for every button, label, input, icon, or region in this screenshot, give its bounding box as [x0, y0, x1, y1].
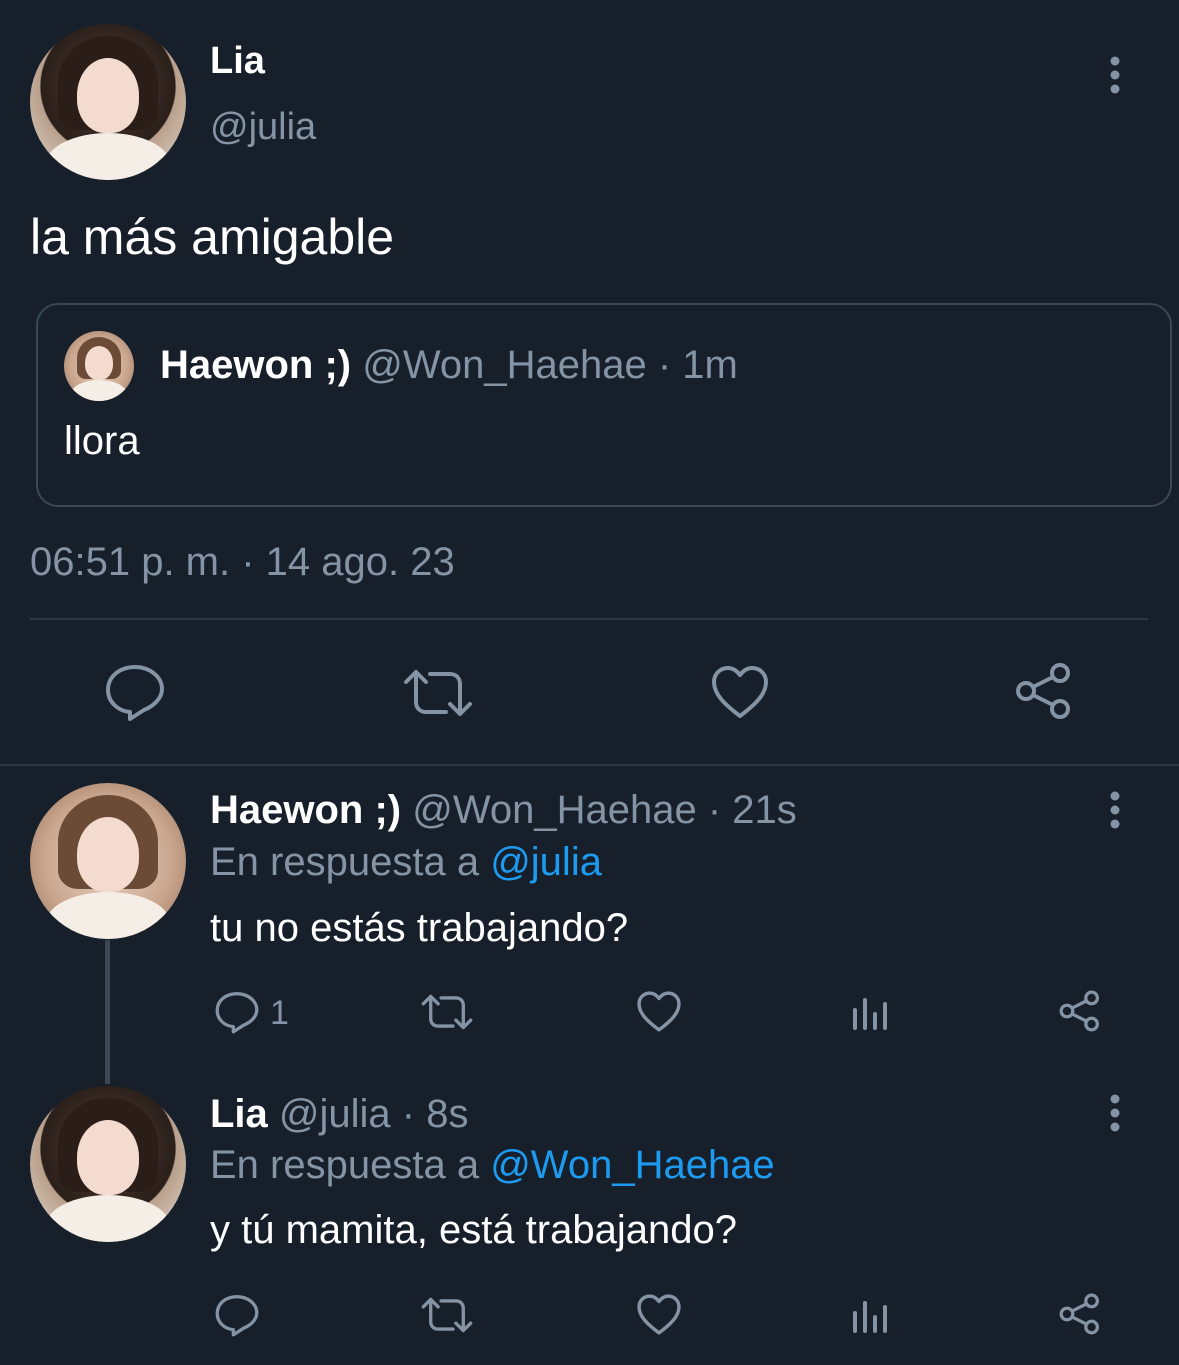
reply-text: tu no estás trabajando?: [210, 906, 629, 950]
section-divider: [0, 764, 1179, 766]
avatar-haewon[interactable]: [30, 783, 186, 939]
like-icon[interactable]: [636, 1293, 682, 1336]
more-options-icon[interactable]: [1100, 55, 1130, 95]
thread-line: [105, 940, 110, 1084]
analytics-icon[interactable]: [850, 992, 890, 1032]
avatar-lia[interactable]: [30, 24, 186, 180]
like-icon[interactable]: [710, 664, 770, 720]
quoted-meta: @Won_Haehae · 1m: [362, 343, 738, 387]
share-icon[interactable]: [1014, 662, 1074, 720]
quoted-text: llora: [64, 419, 140, 463]
reply-author-name[interactable]: Haewon ;): [210, 788, 401, 832]
quoted-author-name: Haewon ;): [160, 343, 352, 387]
quoted-tweet-card[interactable]: Haewon ;) @Won_Haehae · 1m llora: [36, 303, 1172, 507]
more-options-icon[interactable]: [1100, 1093, 1130, 1133]
reply-text: y tú mamita, está trabajando?: [210, 1208, 737, 1252]
avatar-lia[interactable]: [30, 1086, 186, 1242]
reply-icon[interactable]: [214, 990, 260, 1034]
more-options-icon[interactable]: [1100, 790, 1130, 830]
reply-author-name[interactable]: Lia: [210, 1092, 268, 1136]
retweet-icon[interactable]: [420, 992, 474, 1032]
reply-count: 1: [270, 994, 289, 1032]
tweet-text: la más amigable: [30, 209, 395, 265]
tweet-timestamp: 06:51 p. m. · 14 ago. 23: [30, 540, 455, 584]
reply-to-link[interactable]: @Won_Haehae: [490, 1143, 775, 1187]
reply-prefix: En respuesta a: [210, 1143, 480, 1187]
reply-prefix: En respuesta a: [210, 840, 480, 884]
retweet-icon[interactable]: [420, 1295, 474, 1335]
reply-icon[interactable]: [214, 1293, 260, 1337]
avatar-haewon-small: [64, 331, 134, 401]
reply-meta: @Won_Haehae · 21s: [412, 788, 797, 832]
author-name[interactable]: Lia: [210, 40, 265, 83]
like-icon[interactable]: [636, 990, 682, 1033]
reply-to-link[interactable]: @julia: [490, 840, 602, 884]
author-handle[interactable]: @julia: [210, 106, 316, 149]
analytics-icon[interactable]: [850, 1295, 890, 1335]
reply-icon[interactable]: [104, 662, 166, 722]
reply-meta: @julia · 8s: [278, 1092, 469, 1136]
divider: [30, 618, 1148, 620]
share-icon[interactable]: [1058, 990, 1102, 1032]
share-icon[interactable]: [1058, 1293, 1102, 1335]
retweet-icon[interactable]: [402, 666, 474, 720]
